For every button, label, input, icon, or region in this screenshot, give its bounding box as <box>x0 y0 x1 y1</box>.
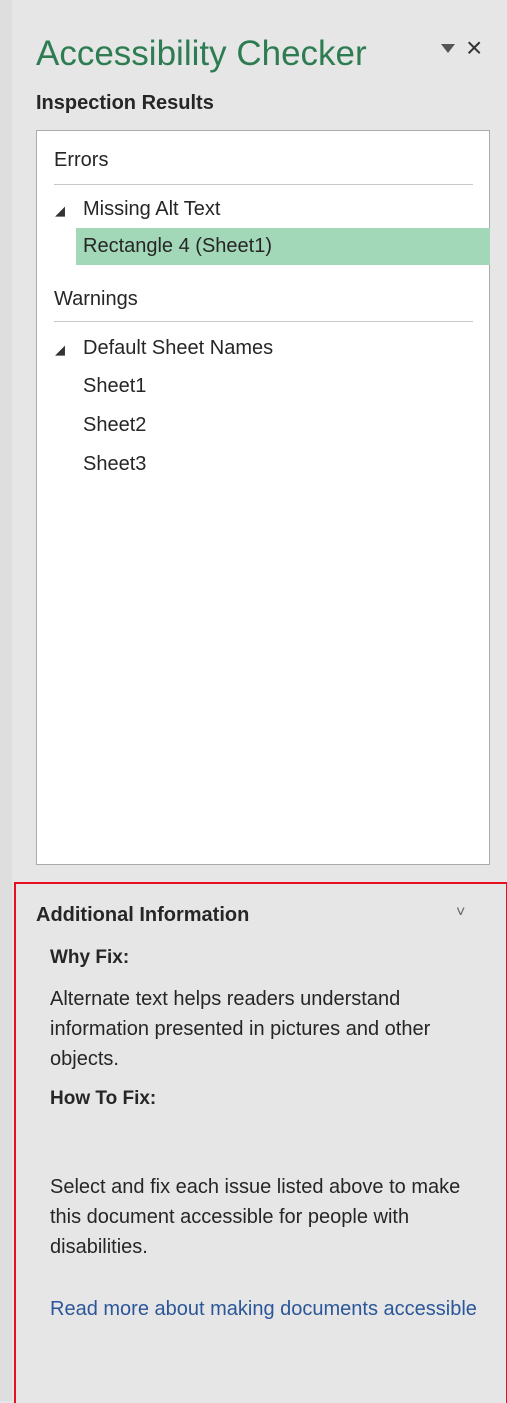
expand-arrow-icon[interactable]: ◢ <box>55 342 65 358</box>
tree-item-sheet3[interactable]: Sheet3 <box>76 446 146 483</box>
warnings-divider <box>54 321 473 322</box>
expand-arrow-icon[interactable]: ◢ <box>55 203 65 219</box>
tree-item-default-sheet-names[interactable]: Default Sheet Names <box>83 337 273 360</box>
why-fix-heading: Why Fix: <box>50 947 130 968</box>
accessibility-checker-pane: Accessibility Checker × Inspection Resul… <box>0 0 507 1403</box>
chevron-down-icon[interactable]: ˅ <box>456 904 465 922</box>
inspection-results-list[interactable]: Errors ◢ Missing Alt Text Rectangle 4 (S… <box>36 130 490 865</box>
close-icon[interactable]: × <box>466 34 482 62</box>
tree-item-missing-alt-text[interactable]: Missing Alt Text <box>83 198 220 221</box>
why-fix-text: Alternate text helps readers understand … <box>50 988 431 1070</box>
tree-item-rectangle-4-sheet1[interactable]: Rectangle 4 (Sheet1) <box>76 228 490 265</box>
tree-item-sheet1[interactable]: Sheet1 <box>76 368 146 405</box>
how-to-fix-text: Select and fix each issue listed above t… <box>50 1176 461 1258</box>
errors-divider <box>54 184 473 185</box>
additional-information-heading[interactable]: Additional Information <box>36 904 249 927</box>
additional-information-panel: Additional Information ˅ Why Fix: Altern… <box>14 882 507 1403</box>
read-more-link[interactable]: Read more about making documents accessi… <box>50 1294 480 1324</box>
pane-title: Accessibility Checker <box>36 34 367 73</box>
how-to-fix-heading: How To Fix: <box>50 1088 157 1109</box>
pane-edge <box>0 0 12 1401</box>
triangle-down-icon[interactable] <box>441 44 455 53</box>
warnings-group-header: Warnings <box>54 288 138 310</box>
errors-group-header: Errors <box>54 149 109 171</box>
tree-item-sheet2[interactable]: Sheet2 <box>76 407 146 444</box>
inspection-results-heading: Inspection Results <box>36 92 214 114</box>
